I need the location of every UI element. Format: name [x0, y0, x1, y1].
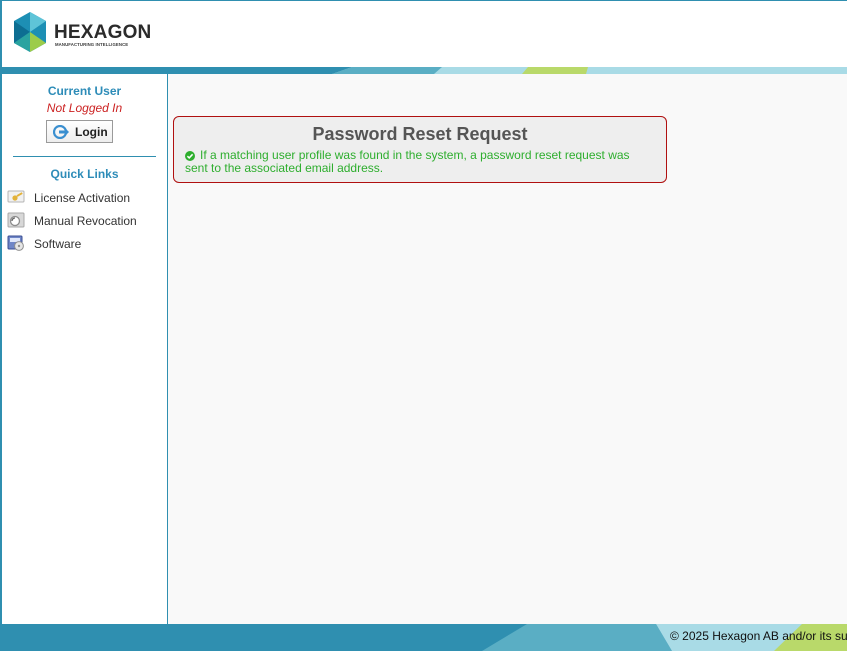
header: HEXAGON MANUFACTURING INTELLIGENCE	[2, 1, 847, 67]
sidebar-link-label: License Activation	[34, 191, 131, 205]
sidebar-link-software[interactable]: Software	[2, 234, 167, 254]
hexagon-logo-icon	[14, 12, 46, 52]
hexagon-logo[interactable]: HEXAGON MANUFACTURING INTELLIGENCE	[12, 12, 152, 56]
logo-subtext: MANUFACTURING INTELLIGENCE	[55, 42, 129, 47]
footer: © 2025 Hexagon AB and/or its sub	[2, 624, 847, 651]
login-status: Not Logged In	[46, 101, 123, 115]
current-user-title: Current User	[47, 84, 122, 98]
sidebar-link-label: Manual Revocation	[34, 214, 137, 228]
sidebar-link-manual-revocation[interactable]: Manual Revocation	[2, 211, 167, 231]
sidebar-link-license-activation[interactable]: License Activation	[2, 188, 167, 208]
sidebar-link-label: Software	[34, 237, 82, 251]
message-text: If a matching user profile was found in …	[185, 148, 630, 175]
message-title: Password Reset Request	[312, 124, 528, 144]
password-reset-message-box: Password Reset Request If a matching use…	[173, 116, 667, 183]
login-arrow-icon	[53, 125, 69, 139]
revocation-icon	[7, 212, 25, 228]
key-icon	[7, 190, 25, 203]
logo-text: HEXAGON	[54, 22, 152, 43]
login-label: Login	[75, 125, 108, 139]
header-decorative-band	[2, 67, 847, 74]
sidebar: Current User Not Logged In Login Quick L…	[2, 74, 168, 624]
software-icon	[7, 235, 24, 251]
copyright-text: © 2025 Hexagon AB and/or its sub	[670, 629, 847, 643]
main-content: Password Reset Request If a matching use…	[168, 74, 847, 624]
sidebar-divider	[13, 156, 156, 157]
quick-links-title: Quick Links	[50, 167, 119, 181]
login-button[interactable]: Login	[46, 120, 113, 143]
